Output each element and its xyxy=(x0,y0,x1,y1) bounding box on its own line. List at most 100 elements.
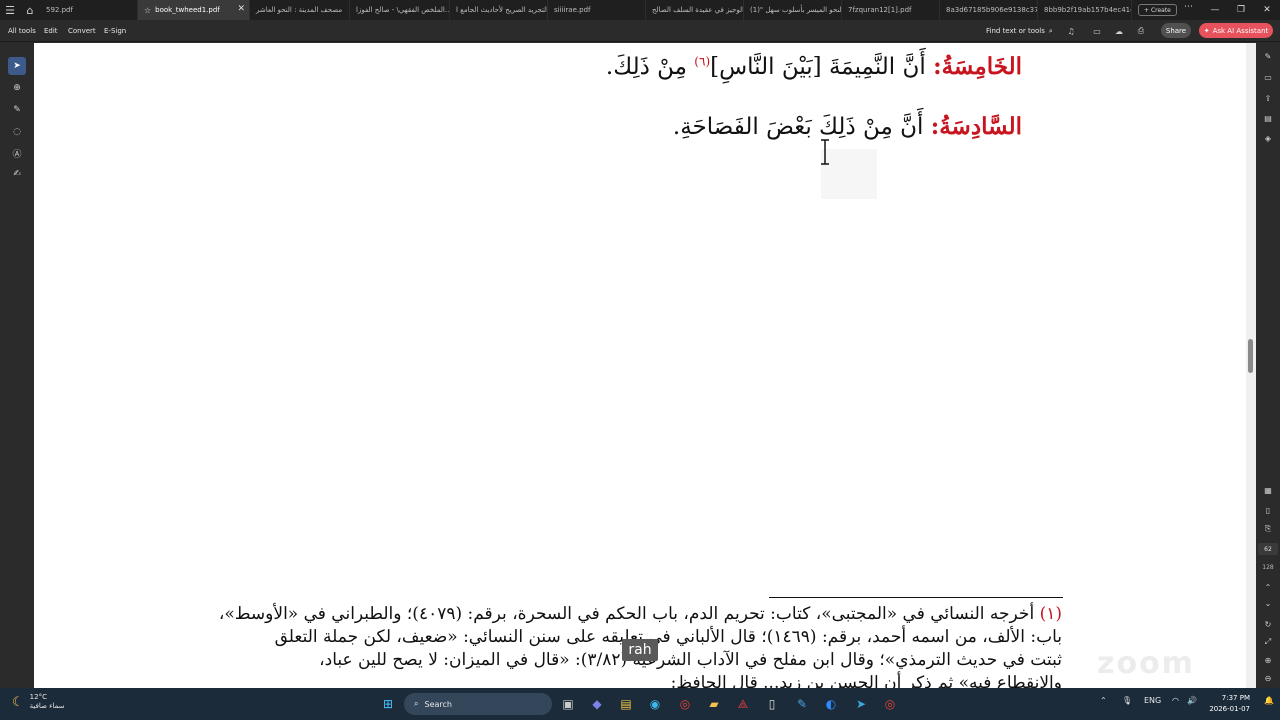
find-tools-search[interactable]: Find text or tools ⌕ xyxy=(986,24,1053,38)
tab-8a3d[interactable]: 8a3d67185b906e9138c37b... xyxy=(940,0,1038,20)
store-icon[interactable]: ▤ xyxy=(616,694,636,714)
app-menu-icon[interactable]: ☰ xyxy=(0,0,20,20)
menu-convert[interactable]: Convert xyxy=(68,20,96,42)
footnote-ref[interactable]: (٦) xyxy=(694,54,710,68)
tab-tajreed[interactable]: التجريد الصريح لأحاديث الجامع ا... xyxy=(450,0,548,20)
star-icon[interactable]: ☆ xyxy=(144,6,151,15)
clock-time: 7:37 PM xyxy=(1221,694,1250,702)
select-cursor-icon[interactable]: ➤ xyxy=(8,57,26,75)
right-tool-rail: ✎ ▭ ⇪ ▤ ◈ ▦ ▯ ⎘ 62 128 ⌃ ⌄ ↻ ⤢ ⊕ ⊖ xyxy=(1256,43,1280,688)
ask-ai-assistant-button[interactable]: ✦ Ask AI Assistant xyxy=(1199,23,1273,38)
rotate-icon[interactable]: ↻ xyxy=(1261,617,1275,631)
editor-app-icon[interactable]: ✎ xyxy=(792,694,812,714)
taskbar-search-label: Search xyxy=(424,699,452,709)
page-down-icon[interactable]: ⌄ xyxy=(1261,596,1275,610)
window-controls: — ❐ ✕ xyxy=(1202,0,1280,20)
sixth-text: أَنَّ مِنْ ذَلِكَ بَعْضَ الفَصَاحَةِ. xyxy=(672,114,931,140)
footnote-line-4: والانقطاع فيه» ثم ذكر أن الحسن بن زيد...… xyxy=(670,673,1062,688)
edit-pdf-icon[interactable]: ✎ xyxy=(1261,49,1275,63)
minimize-icon[interactable]: — xyxy=(1202,0,1228,20)
taskbar-search[interactable]: ⌕ Search xyxy=(404,693,552,715)
current-page-number[interactable]: 62 xyxy=(1258,543,1278,555)
weather-widget[interactable]: ☾ 12°C سماء صافية xyxy=(12,693,65,711)
task-view-icon[interactable]: ▣ xyxy=(558,694,578,714)
close-tab-icon[interactable]: ✕ xyxy=(237,4,245,14)
print-icon[interactable]: ⎙ xyxy=(1134,24,1148,38)
tab-label: 8bb9b2f19ab157b4ec41495... xyxy=(1044,6,1131,14)
menu-edit[interactable]: Edit xyxy=(44,20,58,42)
layers-icon[interactable]: ◈ xyxy=(1261,131,1275,145)
text-tool-icon[interactable]: Ⓐ xyxy=(8,144,26,162)
tray-chevron-icon[interactable]: ⌃ xyxy=(1100,696,1107,705)
tab-wajeez[interactable]: الوجيز في عقيدة السلف الصالح xyxy=(646,0,744,20)
pdf-page[interactable]: الخَامِسَةُ: أَنَّ النَّمِيمَةَ [بَيْنَ … xyxy=(34,43,1246,688)
more-icon[interactable]: ⋯ xyxy=(1184,2,1193,12)
system-clock[interactable]: 7:37 PM 2026-01-07 xyxy=(1206,693,1250,715)
maximize-icon[interactable]: ❐ xyxy=(1228,0,1254,20)
upload-cloud-icon[interactable]: ☁ xyxy=(1112,24,1126,38)
home-icon[interactable]: ⌂ xyxy=(20,0,40,20)
weather-desc: سماء صافية xyxy=(29,702,65,710)
sign-tool-icon[interactable]: ✍ xyxy=(8,165,26,183)
tab-label: siiiirae.pdf xyxy=(554,6,591,14)
teams-icon[interactable]: ◆ xyxy=(587,694,607,714)
wifi-icon[interactable]: ◠ xyxy=(1172,696,1179,705)
moon-icon: ☾ xyxy=(12,694,24,710)
tab-label: 8a3d67185b906e9138c37b... xyxy=(946,6,1038,14)
share-button[interactable]: Share xyxy=(1161,23,1191,38)
scrollbar-thumb[interactable] xyxy=(1248,339,1253,373)
menu-all-tools[interactable]: All tools xyxy=(8,20,36,42)
notifications-icon[interactable]: 🔔 xyxy=(1264,696,1274,705)
organize-pages-icon[interactable]: ▤ xyxy=(1261,111,1275,125)
headphones-icon[interactable]: ♫ xyxy=(1064,24,1078,38)
footnote-number: (١) xyxy=(1039,604,1062,624)
microphone-icon[interactable]: 🎙 xyxy=(1122,696,1132,705)
export-icon[interactable]: ⇪ xyxy=(1261,91,1275,105)
bookmark-icon[interactable]: ▯ xyxy=(1261,503,1275,517)
document-app-icon[interactable]: ▯ xyxy=(762,694,782,714)
zoom-watermark: zoom xyxy=(1097,646,1195,681)
tab-592[interactable]: 592.pdf xyxy=(40,0,138,20)
create-button[interactable]: + Create xyxy=(1138,4,1177,16)
zoom-in-icon[interactable]: ⊕ xyxy=(1261,653,1275,667)
text-line-fifth: الخَامِسَةُ: أَنَّ النَّمِيمَةَ [بَيْنَ … xyxy=(606,53,1022,80)
tab-book-twheed1[interactable]: ☆ book_twheed1.pdf ✕ xyxy=(138,0,250,20)
tab-mushaf[interactable]: مصحف المدينة : النحو العاشر xyxy=(250,0,350,20)
tab-8bb9[interactable]: 8bb9b2f19ab157b4ec41495... xyxy=(1038,0,1132,20)
zoom-tool-icon[interactable]: ⊕ xyxy=(8,79,26,97)
language-indicator[interactable]: ENG xyxy=(1144,696,1161,705)
attachments-icon[interactable]: ⎘ xyxy=(1261,522,1275,536)
chrome-icon[interactable]: ◎ xyxy=(675,694,695,714)
volume-icon[interactable]: 🔊 xyxy=(1187,696,1197,705)
page-up-icon[interactable]: ⌃ xyxy=(1261,580,1275,594)
tab-label: book_twheed1.pdf xyxy=(155,6,220,14)
lasso-tool-icon[interactable]: ◌ xyxy=(8,123,26,141)
tab-label: 7fzquran12[1].pdf xyxy=(848,6,912,14)
zoom-out-icon[interactable]: ⊖ xyxy=(1261,671,1275,685)
vertical-scrollbar[interactable] xyxy=(1246,43,1256,688)
plus-icon: + xyxy=(1144,6,1151,14)
telegram-icon[interactable]: ➤ xyxy=(851,694,871,714)
zoom-app-icon[interactable]: ◐ xyxy=(821,694,841,714)
document-tabs: 592.pdf ☆ book_twheed1.pdf ✕ مصحف المدينة … xyxy=(40,0,1132,20)
pen-tool-icon[interactable]: ✎ xyxy=(8,101,26,119)
chrome-profile-icon[interactable]: ◎ xyxy=(880,694,900,714)
thumbnails-icon[interactable]: ▦ xyxy=(1261,483,1275,497)
menu-esign[interactable]: E-Sign xyxy=(104,20,126,42)
acrobat-icon[interactable]: ⟁ xyxy=(733,694,753,714)
footnote-separator xyxy=(769,597,1063,598)
close-window-icon[interactable]: ✕ xyxy=(1254,0,1280,20)
tab-siiiirae[interactable]: siiiirae.pdf xyxy=(548,0,646,20)
tab-label: مصحف المدينة : النحو العاشر xyxy=(256,6,343,14)
windows-start-icon[interactable]: ⊞ xyxy=(378,694,398,714)
edge-icon[interactable]: ◉ xyxy=(645,694,665,714)
tab-nahw[interactable]: النحو الميسر بأسلوب سهل "(1)... xyxy=(744,0,842,20)
footnote-line-2: باب: الألف، من اسمه أحمد، برقم: (١٤٦٩)؛ … xyxy=(274,627,1062,647)
tab-7fzquran[interactable]: 7fzquran12[1].pdf xyxy=(842,0,940,20)
comment-icon[interactable]: ▭ xyxy=(1090,24,1104,38)
text-cursor-icon xyxy=(821,139,829,165)
tab-mulakhas[interactable]: الملخص الفقهي\ - صالح الفوزا... xyxy=(350,0,450,20)
fit-page-icon[interactable]: ⤢ xyxy=(1261,635,1275,649)
file-explorer-icon[interactable]: ▰ xyxy=(704,694,724,714)
comment-panel-icon[interactable]: ▭ xyxy=(1261,70,1275,84)
